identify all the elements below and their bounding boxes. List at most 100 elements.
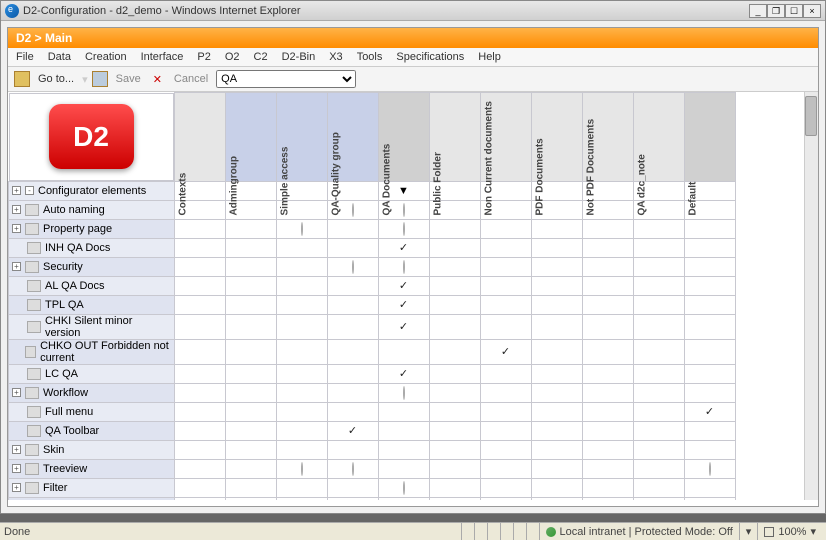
matrix-cell[interactable] [633,276,684,295]
page-tools[interactable]: ▾ [739,523,758,540]
matrix-cell[interactable] [684,440,735,459]
matrix-cell[interactable] [174,440,225,459]
matrix-cell[interactable] [582,440,633,459]
tree-expand-button[interactable]: + [12,464,21,473]
matrix-cell[interactable] [480,478,531,497]
matrix-cell[interactable] [480,421,531,440]
matrix-cell[interactable] [225,238,276,257]
column-header[interactable]: Admingroup [225,93,276,182]
matrix-cell[interactable] [174,364,225,383]
matrix-cell[interactable] [582,383,633,402]
matrix-cell[interactable]: ✓ [378,238,429,257]
row-header[interactable]: +Auto naming [9,200,175,219]
matrix-cell[interactable] [633,257,684,276]
matrix-cell[interactable] [531,497,582,500]
matrix-cell[interactable] [327,339,378,364]
matrix-cell[interactable] [429,402,480,421]
matrix-cell[interactable] [633,238,684,257]
matrix-cell[interactable] [582,421,633,440]
matrix-cell[interactable] [582,497,633,500]
matrix-cell[interactable] [276,383,327,402]
matrix-cell[interactable] [582,276,633,295]
matrix-cell[interactable] [684,339,735,364]
matrix-cell[interactable] [480,402,531,421]
column-header[interactable]: QA d2c_note [633,93,684,182]
zoom-control[interactable]: 100% ▾ [757,523,822,540]
matrix-cell[interactable] [225,276,276,295]
matrix-cell[interactable] [276,402,327,421]
matrix-cell[interactable]: ✓ [378,314,429,339]
column-header[interactable]: QA Documents [378,93,429,182]
matrix-cell[interactable] [225,364,276,383]
matrix-cell[interactable] [429,314,480,339]
row-header[interactable]: +Workflow [9,383,175,402]
matrix-cell[interactable] [531,383,582,402]
row-header[interactable]: CHKO OUT Forbidden not current [9,339,175,364]
matrix-cell[interactable] [582,478,633,497]
matrix-cell[interactable] [327,257,378,276]
column-header[interactable]: Contexts [174,93,225,182]
matrix-cell[interactable] [531,459,582,478]
matrix-cell[interactable] [327,295,378,314]
matrix-cell[interactable] [684,295,735,314]
matrix-cell[interactable]: ✓ [684,497,735,500]
menu-c2[interactable]: C2 [254,51,268,63]
row-header[interactable]: INH QA Docs [9,238,175,257]
row-header[interactable]: Full menu [9,402,175,421]
matrix-cell[interactable] [378,402,429,421]
matrix-cell[interactable] [225,478,276,497]
matrix-cell[interactable] [429,459,480,478]
matrix-cell[interactable] [276,364,327,383]
row-header[interactable]: +Skin [9,440,175,459]
matrix-cell[interactable] [174,339,225,364]
matrix-cell[interactable]: ✓ [276,497,327,500]
matrix-cell[interactable] [633,314,684,339]
collapse-all-button[interactable]: - [25,186,34,195]
minimize-button[interactable]: _ [749,4,767,18]
matrix-cell[interactable] [480,459,531,478]
matrix-cell[interactable] [633,497,684,500]
matrix-cell[interactable] [327,383,378,402]
matrix-cell[interactable]: ✓ [378,364,429,383]
matrix-cell[interactable] [582,364,633,383]
scroll-thumb[interactable] [805,96,817,136]
menu-d2-bin[interactable]: D2-Bin [282,51,316,63]
matrix-cell[interactable] [429,421,480,440]
menu-data[interactable]: Data [48,51,71,63]
matrix-cell[interactable] [276,440,327,459]
matrix-cell[interactable] [225,219,276,238]
matrix-cell[interactable] [429,364,480,383]
matrix-cell[interactable]: ✓ [684,402,735,421]
matrix-cell[interactable] [327,276,378,295]
matrix-cell[interactable] [531,339,582,364]
vertical-scrollbar[interactable] [804,92,818,500]
matrix-cell[interactable] [327,219,378,238]
matrix-cell[interactable] [327,314,378,339]
matrix-cell[interactable] [174,257,225,276]
matrix-cell[interactable]: ✓ [480,339,531,364]
matrix-cell[interactable] [429,219,480,238]
matrix-cell[interactable] [327,402,378,421]
matrix-cell[interactable] [174,421,225,440]
matrix-cell[interactable] [378,478,429,497]
matrix-cell[interactable] [480,440,531,459]
row-header[interactable]: CHKI Silent minor version [9,314,175,339]
matrix-cell[interactable] [174,402,225,421]
matrix-cell[interactable] [684,459,735,478]
menu-specifications[interactable]: Specifications [396,51,464,63]
matrix-cell[interactable] [174,219,225,238]
matrix-cell[interactable] [327,440,378,459]
matrix-cell[interactable] [582,314,633,339]
matrix-cell[interactable] [225,314,276,339]
restore-button[interactable]: ❐ [767,4,785,18]
column-header[interactable]: Public Folder [429,93,480,182]
matrix-cell[interactable] [633,402,684,421]
matrix-cell[interactable] [225,497,276,500]
matrix-cell[interactable] [276,478,327,497]
matrix-cell[interactable] [684,219,735,238]
matrix-cell[interactable] [174,314,225,339]
matrix-cell[interactable] [480,295,531,314]
context-dropdown[interactable]: QA [216,70,356,88]
matrix-cell[interactable] [684,314,735,339]
matrix-cell[interactable] [276,295,327,314]
